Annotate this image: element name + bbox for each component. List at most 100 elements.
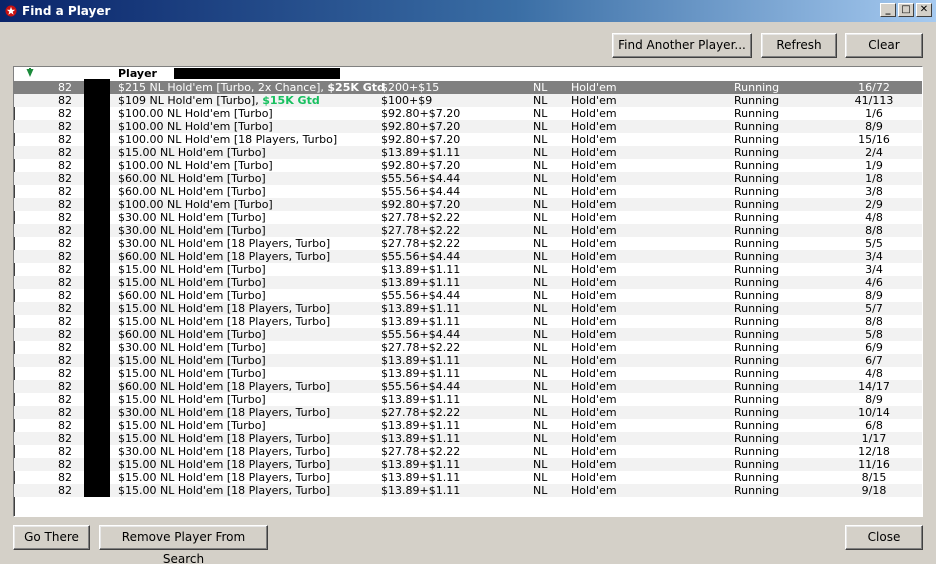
window-controls: _ □ ✕ bbox=[880, 3, 932, 17]
table-row[interactable]: 82 $30.00 NL Hold'em [Turbo] $27.78+$2.22 N… bbox=[14, 224, 922, 237]
game-cell: Hold'em bbox=[571, 302, 617, 315]
sort-arrow-icon[interactable] bbox=[26, 68, 34, 81]
limit-cell: NL bbox=[533, 341, 548, 354]
game-cell: Hold'em bbox=[571, 354, 617, 367]
entrants-cell: 16/72 bbox=[858, 81, 890, 94]
tournament-name-cell: $60.00 NL Hold'em [18 Players, Turbo] bbox=[118, 380, 331, 393]
tournament-name-cell: $30.00 NL Hold'em [Turbo] bbox=[118, 211, 266, 224]
game-cell: Hold'em bbox=[571, 445, 617, 458]
list-header: Player bbox=[14, 67, 922, 81]
limit-cell: NL bbox=[533, 445, 548, 458]
tournament-name-cell: $60.00 NL Hold'em [18 Players, Turbo] bbox=[118, 250, 331, 263]
limit-cell: NL bbox=[533, 458, 548, 471]
entrants-cell: 10/14 bbox=[858, 406, 890, 419]
entrants-cell: 1/17 bbox=[861, 432, 887, 445]
status-cell: Running bbox=[734, 380, 780, 393]
player-id-cell: 82 bbox=[58, 263, 72, 276]
entrants-cell: 8/9 bbox=[865, 289, 883, 302]
tournament-name-cell: $15.00 NL Hold'em [18 Players, Turbo] bbox=[118, 458, 331, 471]
tournament-name-cell: $60.00 NL Hold'em [Turbo] bbox=[118, 289, 266, 302]
table-row[interactable]: 82 $30.00 NL Hold'em [18 Players, Turbo] $… bbox=[14, 237, 922, 250]
table-row[interactable]: 82 $15.00 NL Hold'em [Turbo] $13.89+$1.11 N… bbox=[14, 367, 922, 380]
status-cell: Running bbox=[734, 81, 780, 94]
table-row[interactable]: 82 $15.00 NL Hold'em [Turbo] $13.89+$1.11 N… bbox=[14, 263, 922, 276]
player-id-cell: 82 bbox=[58, 367, 72, 380]
table-row[interactable]: 82 $60.00 NL Hold'em [Turbo] $55.56+$4.44 N… bbox=[14, 328, 922, 341]
tournament-list[interactable]: Player 82 $215 NL Hold'em [Turbo, 2x Chan… bbox=[13, 66, 923, 517]
limit-cell: NL bbox=[533, 432, 548, 445]
entrants-cell: 3/4 bbox=[865, 250, 883, 263]
game-cell: Hold'em bbox=[571, 263, 617, 276]
limit-cell: NL bbox=[533, 94, 548, 107]
status-cell: Running bbox=[734, 302, 780, 315]
table-row[interactable]: 82 $100.00 NL Hold'em [Turbo] $92.80+$7.20… bbox=[14, 198, 922, 211]
limit-cell: NL bbox=[533, 471, 548, 484]
tournament-name-cell: $15.00 NL Hold'em [18 Players, Turbo] bbox=[118, 302, 331, 315]
game-cell: Hold'em bbox=[571, 315, 617, 328]
entrants-cell: 3/4 bbox=[865, 263, 883, 276]
table-row[interactable]: 82 $30.00 NL Hold'em [Turbo] $27.78+$2.22 N… bbox=[14, 211, 922, 224]
table-row[interactable]: 82 $15.00 NL Hold'em [Turbo] $13.89+$1.11 N… bbox=[14, 146, 922, 159]
table-row[interactable]: 82 $100.00 NL Hold'em [Turbo] $92.80+$7.20… bbox=[14, 159, 922, 172]
table-row[interactable]: 82 $30.00 NL Hold'em [18 Players, Turbo] $… bbox=[14, 445, 922, 458]
close-window-button[interactable]: ✕ bbox=[916, 3, 932, 17]
player-column-header[interactable]: Player bbox=[118, 67, 157, 80]
table-row[interactable]: 82 $60.00 NL Hold'em [Turbo] $55.56+$4.44 N… bbox=[14, 185, 922, 198]
table-row[interactable]: 82 $30.00 NL Hold'em [Turbo] $27.78+$2.22 N… bbox=[14, 341, 922, 354]
buyin-cell: $13.89+$1.11 bbox=[381, 393, 461, 406]
find-another-player-button[interactable]: Find Another Player... bbox=[612, 33, 752, 58]
table-row[interactable]: 82 $100.00 NL Hold'em [Turbo] $92.80+$7.20… bbox=[14, 120, 922, 133]
status-cell: Running bbox=[734, 133, 780, 146]
guarantee-badge: $25K Gtd bbox=[327, 81, 385, 94]
table-row[interactable]: 82 $100.00 NL Hold'em [Turbo] $92.80+$7.20… bbox=[14, 107, 922, 120]
table-row[interactable]: 82 $15.00 NL Hold'em [Turbo] $13.89+$1.11 N… bbox=[14, 419, 922, 432]
table-row[interactable]: 82 $109 NL Hold'em [Turbo], $15K Gtd $100+… bbox=[14, 94, 922, 107]
status-cell: Running bbox=[734, 94, 780, 107]
table-row[interactable]: 82 $15.00 NL Hold'em [Turbo] $13.89+$1.11 N… bbox=[14, 354, 922, 367]
limit-cell: NL bbox=[533, 120, 548, 133]
buyin-cell: $55.56+$4.44 bbox=[381, 172, 461, 185]
table-row[interactable]: 82 $60.00 NL Hold'em [18 Players, Turbo] $… bbox=[14, 380, 922, 393]
status-cell: Running bbox=[734, 198, 780, 211]
remove-player-button[interactable]: Remove Player From Search bbox=[99, 525, 268, 564]
tournament-name-cell: $15.00 NL Hold'em [Turbo] bbox=[118, 393, 266, 406]
table-row[interactable]: 82 $60.00 NL Hold'em [Turbo] $55.56+$4.44 N… bbox=[14, 289, 922, 302]
status-cell: Running bbox=[734, 107, 780, 120]
limit-cell: NL bbox=[533, 211, 548, 224]
buyin-cell: $13.89+$1.11 bbox=[381, 458, 461, 471]
limit-cell: NL bbox=[533, 406, 548, 419]
table-row[interactable]: 82 $15.00 NL Hold'em [Turbo] $13.89+$1.11 N… bbox=[14, 276, 922, 289]
status-cell: Running bbox=[734, 263, 780, 276]
table-row[interactable]: 82 $15.00 NL Hold'em [18 Players, Turbo] $… bbox=[14, 302, 922, 315]
table-row[interactable]: 82 $15.00 NL Hold'em [18 Players, Turbo] $… bbox=[14, 471, 922, 484]
entrants-cell: 3/8 bbox=[865, 185, 883, 198]
title-bar[interactable]: Find a Player _ □ ✕ bbox=[0, 0, 936, 22]
table-row[interactable]: 82 $215 NL Hold'em [Turbo, 2x Chance], $2… bbox=[14, 81, 922, 94]
tournament-name-cell: $15.00 NL Hold'em [Turbo] bbox=[118, 276, 266, 289]
maximize-button[interactable]: □ bbox=[898, 3, 914, 17]
status-cell: Running bbox=[734, 211, 780, 224]
table-row[interactable]: 82 $15.00 NL Hold'em [18 Players, Turbo] $… bbox=[14, 432, 922, 445]
tournament-name-text: $109 NL Hold'em [Turbo], bbox=[118, 94, 259, 107]
table-row[interactable]: 82 $30.00 NL Hold'em [18 Players, Turbo] $… bbox=[14, 406, 922, 419]
table-row[interactable]: 82 $60.00 NL Hold'em [18 Players, Turbo] $… bbox=[14, 250, 922, 263]
player-id-cell: 82 bbox=[58, 354, 72, 367]
player-id-cell: 82 bbox=[58, 107, 72, 120]
close-button[interactable]: Close bbox=[845, 525, 923, 550]
refresh-button[interactable]: Refresh bbox=[761, 33, 837, 58]
table-row[interactable]: 82 $60.00 NL Hold'em [Turbo] $55.56+$4.44 N… bbox=[14, 172, 922, 185]
table-row[interactable]: 82 $15.00 NL Hold'em [18 Players, Turbo] $… bbox=[14, 315, 922, 328]
table-row[interactable]: 82 $15.00 NL Hold'em [Turbo] $13.89+$1.11 N… bbox=[14, 393, 922, 406]
table-row[interactable]: 82 $100.00 NL Hold'em [18 Players, Turbo]… bbox=[14, 133, 922, 146]
buyin-cell: $13.89+$1.11 bbox=[381, 302, 461, 315]
clear-button[interactable]: Clear bbox=[845, 33, 923, 58]
entrants-cell: 14/17 bbox=[858, 380, 890, 393]
entrants-cell: 8/9 bbox=[865, 393, 883, 406]
table-row[interactable]: 82 $15.00 NL Hold'em [18 Players, Turbo] $… bbox=[14, 458, 922, 471]
go-there-button[interactable]: Go There bbox=[13, 525, 90, 550]
buyin-cell: $27.78+$2.22 bbox=[381, 445, 461, 458]
status-cell: Running bbox=[734, 224, 780, 237]
minimize-button[interactable]: _ bbox=[880, 3, 896, 17]
game-cell: Hold'em bbox=[571, 159, 617, 172]
table-row[interactable]: 82 $15.00 NL Hold'em [18 Players, Turbo] $… bbox=[14, 484, 922, 497]
